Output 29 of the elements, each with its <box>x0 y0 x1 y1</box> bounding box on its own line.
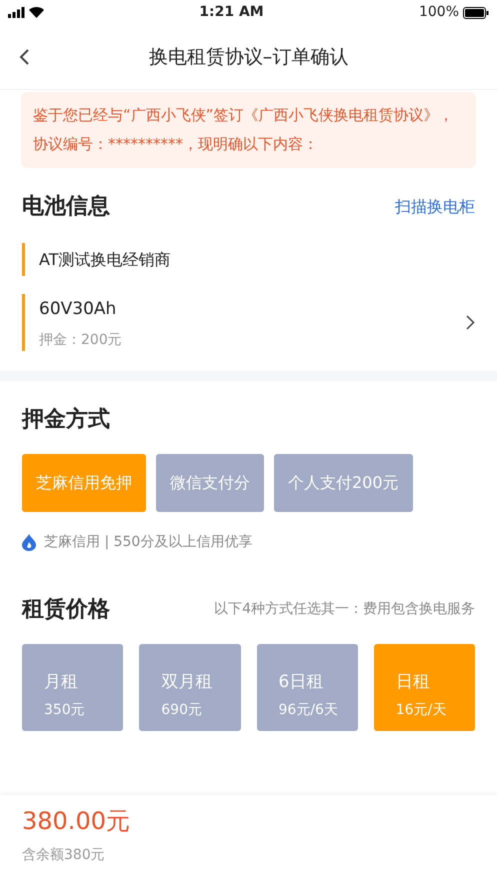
rent-plan[interactable]: 日租 16元/天 <box>374 644 475 731</box>
section-title: 电池信息 <box>22 193 110 221</box>
deposit-option[interactable]: 微信支付分 <box>156 454 264 512</box>
battery-item[interactable]: 60V30Ah 押金：200元 <box>22 294 475 351</box>
section-title: 租赁价格 <box>22 596 110 624</box>
rent-plan[interactable]: 6日租 96元/6天 <box>256 644 358 731</box>
signal-icon <box>8 7 25 18</box>
deposit-option[interactable]: 个人支付200元 <box>274 454 413 512</box>
rent-plan[interactable]: 月租 350元 <box>22 644 124 731</box>
rent-hint: 以下4种方式任选其一：费用包含换电服务 <box>214 600 475 619</box>
scan-link[interactable]: 扫描换电柜 <box>395 194 475 218</box>
total-price: 380.00元 <box>22 806 131 837</box>
dealer-name: AT测试换电经销商 <box>22 243 170 276</box>
notice-text: 鉴于您已经与“广西小飞侠”签订《广西小飞侠换电租赁协议》，协议编号：**********，现明确以下内容： <box>21 92 476 168</box>
deposit-amount: 押金：200元 <box>39 331 122 350</box>
rent-plan[interactable]: 双月租 690元 <box>139 644 240 731</box>
battery-model: 60V30Ah <box>39 298 118 321</box>
clock-text: 1:21 AM <box>199 3 264 22</box>
section-title: 押金方式 <box>22 406 111 434</box>
wifi-icon <box>29 7 44 18</box>
drop-icon <box>22 534 36 551</box>
battery-percent: 100% <box>418 3 459 22</box>
page-title: 换电租赁协议–订单确认 <box>148 44 350 70</box>
deposit-option[interactable]: 芝麻信用免押 <box>22 454 146 512</box>
back-icon[interactable] <box>18 48 30 66</box>
battery-icon <box>463 6 489 18</box>
chevron-right-icon <box>466 315 475 330</box>
balance-note: 含余额380元 <box>22 846 106 865</box>
credit-note: 芝麻信用 | 550分及以上信用优享 <box>44 533 252 552</box>
